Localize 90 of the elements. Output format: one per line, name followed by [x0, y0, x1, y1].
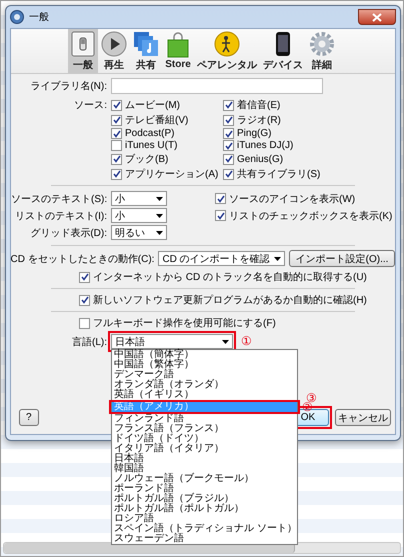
checkbox-label: テレビ番組(V) — [125, 114, 188, 127]
toolbar-tab[interactable]: 詳細 — [306, 29, 338, 73]
language-select[interactable]: 日本語 — [111, 334, 233, 349]
language-option[interactable]: ドイツ語（ドイツ） — [112, 434, 297, 444]
checkbox[interactable] — [111, 140, 122, 151]
checkbox-label: iTunes U(T) — [125, 140, 178, 151]
checkbox-label: ラジオ(R) — [237, 114, 281, 127]
checkbox[interactable] — [223, 128, 234, 139]
field-label: ソース: — [73, 99, 108, 112]
dropdown[interactable]: 小 — [111, 208, 167, 223]
dropdown[interactable]: 明るい — [111, 225, 167, 240]
library-name-field[interactable] — [111, 78, 323, 94]
checkbox[interactable] — [111, 128, 122, 139]
toolbar-tab[interactable]: Store — [162, 29, 194, 73]
checkbox[interactable] — [223, 114, 234, 126]
checkbox[interactable] — [111, 168, 122, 180]
dropdown[interactable]: 小 — [111, 191, 167, 206]
checkbox-label: アプリケーション(A) — [125, 168, 218, 181]
field-label: 言語(L): — [71, 336, 108, 348]
checkbox[interactable] — [79, 318, 90, 328]
language-option[interactable]: ノルウェー語（ブークモール） — [112, 474, 297, 484]
annotation-marker: ① — [241, 335, 252, 347]
shopping-bag-icon — [166, 32, 190, 58]
language-option[interactable]: 英語（イギリス） — [112, 390, 297, 400]
checkbox-label: 着信音(E) — [237, 98, 280, 112]
checkbox-label: 共有ライブラリ(S) — [237, 168, 320, 181]
import-settings-button[interactable]: インポート設定(O)... — [288, 250, 396, 267]
checkbox[interactable] — [111, 154, 122, 164]
language-option[interactable]: 韓国語 — [112, 464, 297, 474]
checkbox-label: Podcast(P) — [125, 128, 174, 139]
toolbar-tab[interactable]: ペアレンタル — [194, 29, 260, 73]
checkbox-label: ムービー(M) — [125, 99, 180, 112]
language-option[interactable]: 日本語 — [112, 454, 297, 464]
checkbox-label: リストのチェックボックスを表示(K) — [229, 210, 392, 222]
checkbox-label: 新しいソフトウェア更新プログラムがあるか自動的に確認(H) — [93, 294, 367, 307]
toolbar-tab[interactable]: 一般 — [68, 29, 98, 73]
field-label: リストのテキスト(I): — [14, 210, 108, 222]
caret-icon — [156, 196, 163, 200]
parental-icon — [214, 30, 240, 56]
language-option[interactable]: ポルトガル語（ポルトガル） — [112, 504, 297, 514]
language-option[interactable]: スウェーデン語 — [112, 534, 297, 544]
language-option[interactable]: ポルトガル語（ブラジル） — [112, 494, 297, 504]
checkbox-label: Ping(G) — [237, 128, 272, 139]
window-title: 一般 — [29, 11, 49, 24]
language-option[interactable]: 中国語（繁体字） — [112, 360, 297, 370]
checkbox-label: Genius(G) — [237, 154, 284, 164]
caret-icon — [274, 256, 281, 260]
caret-icon — [222, 340, 229, 344]
phone-icon — [274, 30, 291, 56]
checkbox-label: ソースのアイコンを表示(W) — [229, 192, 356, 206]
field-label: グリッド表示(D): — [29, 226, 108, 240]
field-label: ソースのテキスト(S): — [11, 192, 108, 206]
dropdown[interactable]: CD のインポートを確認 — [158, 251, 285, 266]
close-icon — [372, 12, 382, 22]
field-label: ライブラリ名(N): — [29, 80, 108, 93]
language-option[interactable]: イタリア語（イタリア） — [112, 444, 297, 454]
language-option[interactable]: 中国語（簡体字） — [112, 350, 297, 360]
caret-icon — [156, 230, 163, 234]
language-option[interactable]: デンマーク語 — [112, 370, 297, 380]
checkbox-label: ブック(B) — [125, 152, 168, 166]
checkbox[interactable] — [223, 140, 234, 151]
toolbar-tab[interactable]: 再生 — [98, 29, 130, 73]
checkbox-label: iTunes DJ(J) — [237, 140, 294, 151]
shared-music-icon — [133, 30, 160, 56]
settings-icon — [308, 30, 335, 56]
language-option[interactable]: スペイン語（トラディショナル ソート） — [112, 524, 297, 534]
checkbox[interactable] — [111, 100, 122, 110]
switch-icon — [71, 30, 96, 56]
caret-icon — [156, 214, 163, 218]
close-button[interactable] — [358, 9, 396, 25]
checkbox-label: インターネットから CD のトラック名を自動的に取得する(U) — [93, 271, 367, 284]
checkbox[interactable] — [79, 272, 90, 282]
cancel-button[interactable]: キャンセル — [335, 409, 391, 426]
field-label: CD をセットしたときの動作(C): — [10, 252, 154, 266]
checkbox[interactable] — [215, 193, 226, 204]
toolbar-tab[interactable]: デバイス — [260, 29, 306, 73]
checkbox-label: フルキーボード操作を使用可能にする(F) — [93, 316, 276, 330]
checkbox[interactable] — [111, 114, 122, 126]
toolbar-tab[interactable]: 共有 — [130, 29, 162, 73]
checkbox[interactable] — [223, 100, 234, 110]
language-option[interactable]: ポーランド語 — [112, 484, 297, 494]
checkbox[interactable] — [223, 168, 234, 180]
app-icon — [10, 10, 24, 24]
checkbox[interactable] — [79, 294, 90, 306]
help-button[interactable]: ? — [19, 409, 39, 426]
checkbox[interactable] — [215, 210, 226, 221]
language-option[interactable]: ロシア語 — [112, 514, 297, 524]
language-option[interactable]: フランス語（フランス） — [112, 424, 297, 434]
checkbox[interactable] — [223, 154, 234, 164]
language-option[interactable]: オランダ語（オランダ） — [112, 380, 297, 390]
